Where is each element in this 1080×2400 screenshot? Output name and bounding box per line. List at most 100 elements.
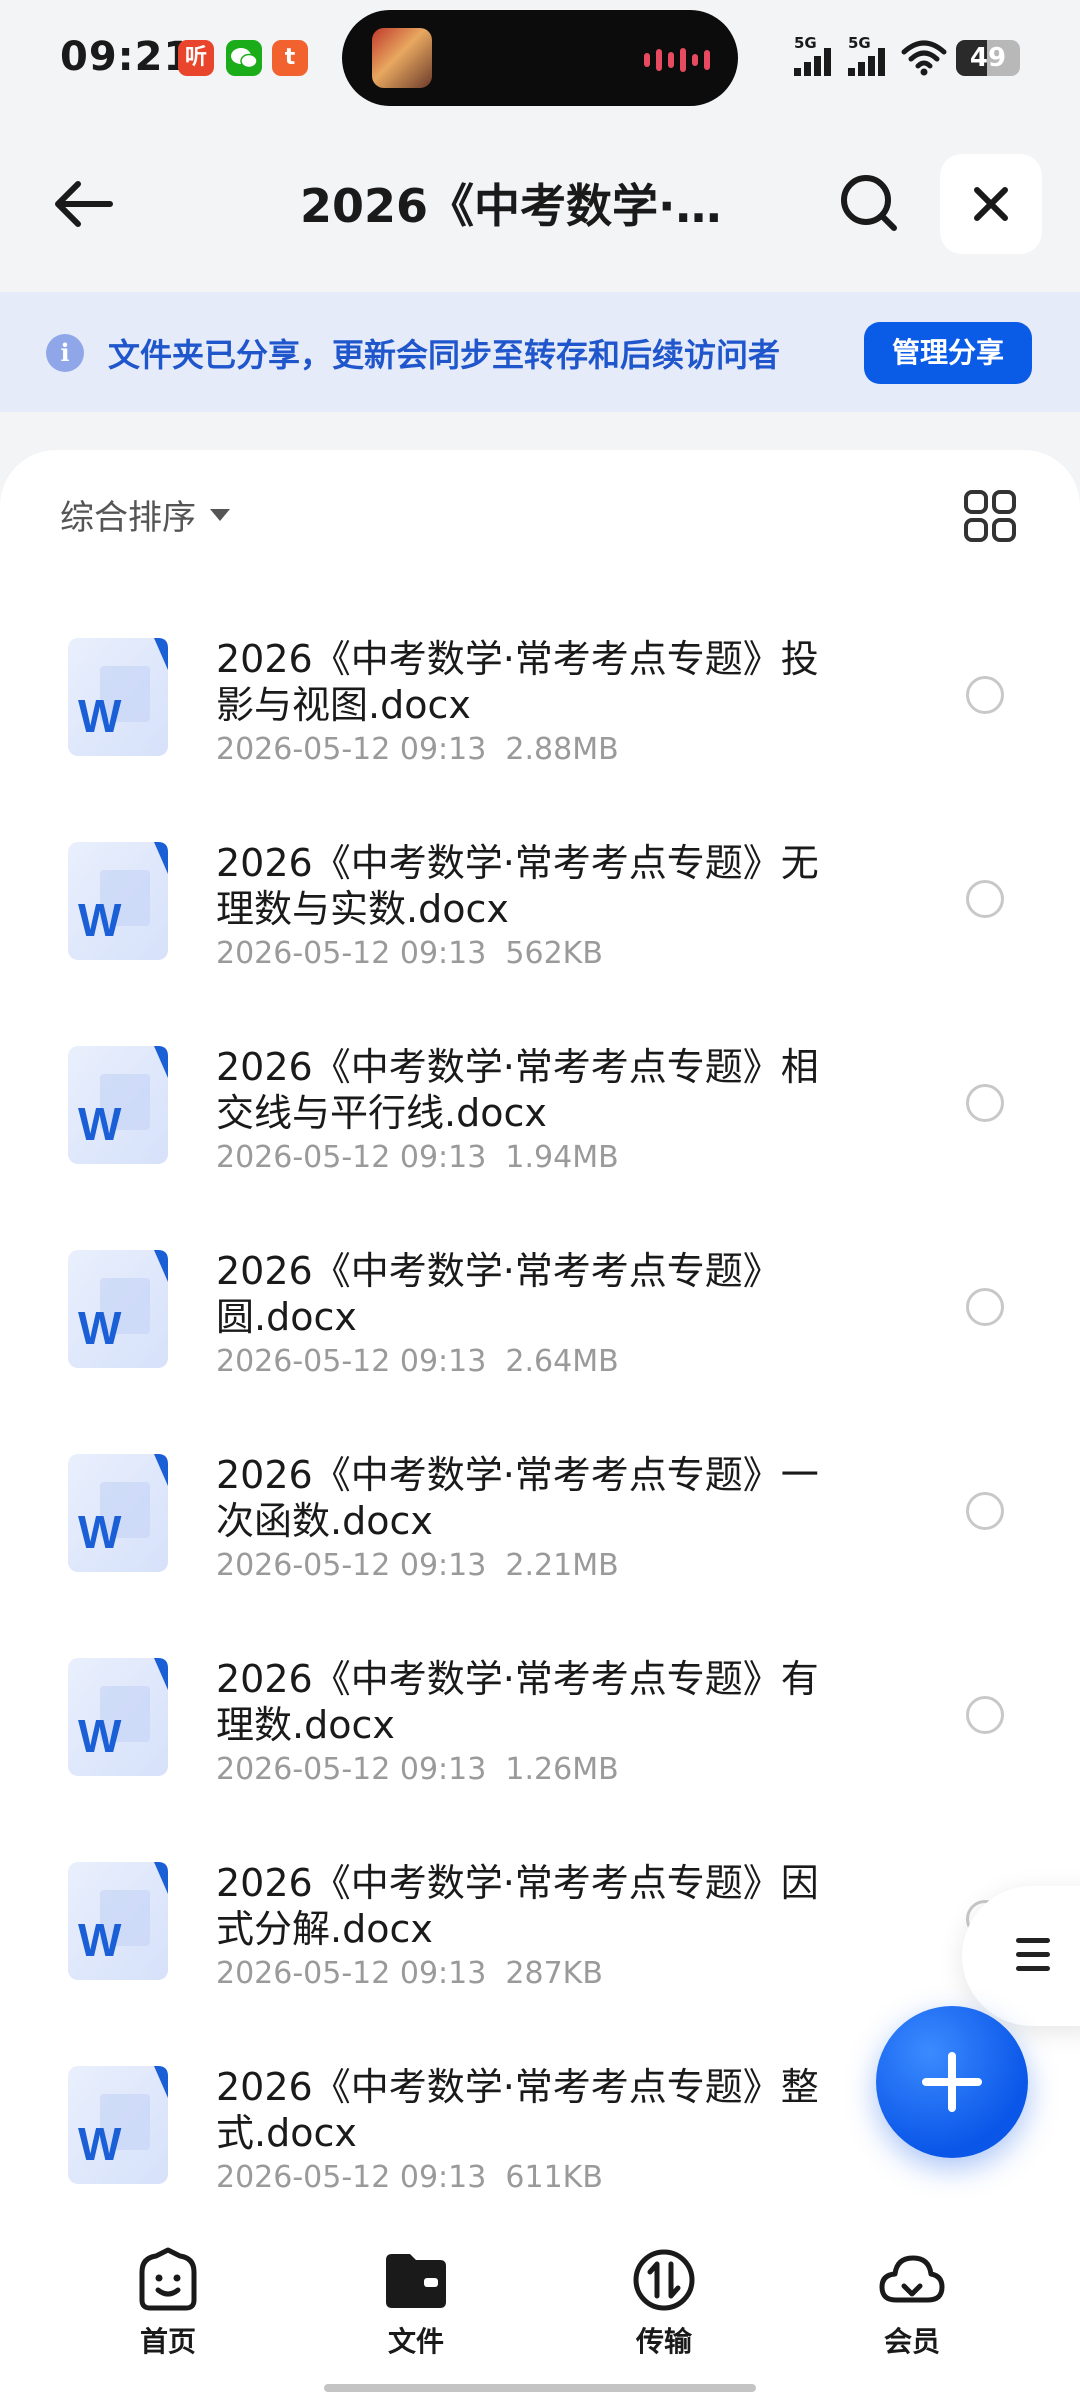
dynamic-island <box>342 10 738 106</box>
file-name: 2026《中考数学·常考考点专题》无理数与实数.docx <box>216 841 819 931</box>
status-bar: 09:21 听 t 5G 5G 49 <box>0 0 1080 120</box>
svg-text:W: W <box>78 1098 122 1150</box>
file-name: 2026《中考数学·常考考点专题》一次函数.docx <box>216 1453 819 1543</box>
nav-transfer[interactable]: 传输 <box>604 2244 724 2360</box>
file-date: 2026-05-12 09:13 <box>216 2160 487 2195</box>
audio-wave-icon <box>644 48 710 72</box>
select-radio[interactable] <box>966 676 1004 714</box>
select-radio[interactable] <box>966 1084 1004 1122</box>
file-row[interactable]: W 2026《中考数学·常考考点专题》圆.docx 2026-05-12 09:13… <box>0 1248 1080 1452</box>
file-row[interactable]: W 2026《中考数学·常考考点专题》无理数与实数.docx 2026-05-12 … <box>0 840 1080 1044</box>
info-icon: i <box>46 334 84 372</box>
wifi-icon <box>901 40 947 76</box>
search-button[interactable] <box>830 164 910 244</box>
now-playing-thumbnail <box>372 28 432 88</box>
select-radio[interactable] <box>966 1288 1004 1326</box>
word-doc-icon: W <box>66 1044 170 1166</box>
home-indicator <box>324 2384 756 2392</box>
nav-home-label: 首页 <box>139 2325 196 2358</box>
file-meta: 2026-05-12 09:13 2.21MB <box>216 1546 856 1586</box>
word-doc-icon: W <box>66 1656 170 1778</box>
file-name: 2026《中考数学·常考考点专题》相交线与平行线.docx <box>216 1045 819 1135</box>
nav-home[interactable]: 首页 <box>108 2244 228 2360</box>
word-doc-icon: W <box>66 1248 170 1370</box>
file-meta: 2026-05-12 09:13 562KB <box>216 934 856 974</box>
plus-icon <box>922 2052 982 2112</box>
file-name: 2026《中考数学·常考考点专题》有理数.docx <box>216 1657 819 1747</box>
nav-transfer-label: 传输 <box>635 2325 692 2358</box>
close-icon <box>974 187 1008 221</box>
smiley-home-icon <box>139 2247 197 2311</box>
grid-icon <box>964 490 1016 542</box>
file-info: 2026《中考数学·常考考点专题》相交线与平行线.docx 2026-05-12 … <box>216 1044 856 1178</box>
svg-text:W: W <box>78 690 122 742</box>
file-date: 2026-05-12 09:13 <box>216 936 487 971</box>
file-size: 2.88MB <box>505 732 619 767</box>
file-meta: 2026-05-12 09:13 1.94MB <box>216 1138 856 1178</box>
svg-text:W: W <box>78 1506 122 1558</box>
file-size: 287KB <box>505 1956 603 1991</box>
svg-text:W: W <box>78 2118 122 2170</box>
share-notice-banner: i 文件夹已分享，更新会同步至转存和后续访问者 管理分享 <box>0 292 1080 412</box>
sort-label: 综合排序 <box>60 498 196 538</box>
file-size: 1.26MB <box>505 1752 619 1787</box>
nav-member[interactable]: 会员 <box>852 2244 972 2360</box>
file-meta: 2026-05-12 09:13 2.64MB <box>216 1342 856 1382</box>
file-info: 2026《中考数学·常考考点专题》整式.docx 2026-05-12 09:13… <box>216 2064 856 2198</box>
page-title: 2026《中考数学·… <box>300 179 722 233</box>
file-row[interactable]: W 2026《中考数学·常考考点专题》相交线与平行线.docx 2026-05-12… <box>0 1044 1080 1248</box>
caret-down-icon <box>210 508 230 521</box>
top-app-bar: 2026《中考数学·… <box>0 140 1080 270</box>
file-name: 2026《中考数学·常考考点专题》因式分解.docx <box>216 1861 819 1951</box>
nav-member-label: 会员 <box>883 2325 940 2358</box>
file-size: 2.64MB <box>505 1344 619 1379</box>
file-row[interactable]: W 2026《中考数学·常考考点专题》有理数.docx 2026-05-12 09:… <box>0 1656 1080 1860</box>
svg-text:W: W <box>78 1710 122 1762</box>
svg-text:W: W <box>78 1914 122 1966</box>
folder-icon <box>386 2254 446 2308</box>
nav-files-label: 文件 <box>387 2325 444 2358</box>
word-doc-icon: W <box>66 1860 170 1982</box>
file-info: 2026《中考数学·常考考点专题》一次函数.docx 2026-05-12 09:… <box>216 1452 856 1586</box>
menu-icon <box>1016 1938 1050 1980</box>
file-date: 2026-05-12 09:13 <box>216 732 487 767</box>
transfer-icon <box>633 2249 695 2311</box>
share-notice-text: 文件夹已分享，更新会同步至转存和后续访问者 <box>108 336 781 374</box>
cloud-member-icon <box>879 2255 945 2303</box>
select-radio[interactable] <box>966 880 1004 918</box>
wechat-icon <box>226 40 262 76</box>
file-info: 2026《中考数学·常考考点专题》有理数.docx 2026-05-12 09:1… <box>216 1656 856 1790</box>
file-meta: 2026-05-12 09:13 1.26MB <box>216 1750 856 1790</box>
nav-files[interactable]: 文件 <box>356 2244 476 2360</box>
add-button[interactable] <box>876 2006 1028 2158</box>
file-size: 562KB <box>505 936 603 971</box>
grid-view-button[interactable] <box>962 488 1018 544</box>
file-date: 2026-05-12 09:13 <box>216 1344 487 1379</box>
file-name: 2026《中考数学·常考考点专题》整式.docx <box>216 2065 819 2155</box>
file-info: 2026《中考数学·常考考点专题》圆.docx 2026-05-12 09:13 … <box>216 1248 856 1382</box>
select-radio[interactable] <box>966 1492 1004 1530</box>
status-time: 09:21 <box>60 34 193 80</box>
app-screen: 09:21 听 t 5G 5G 49 2026《中考数学·… i 文件夹已分享，… <box>0 0 1080 2400</box>
manage-share-button[interactable]: 管理分享 <box>864 322 1032 384</box>
file-list: W 2026《中考数学·常考考点专题》投影与视图.docx 2026-05-12 0… <box>0 636 1080 2220</box>
file-size: 1.94MB <box>505 1140 619 1175</box>
file-date: 2026-05-12 09:13 <box>216 1752 487 1787</box>
battery-icon: 49 <box>956 40 1020 76</box>
battery-level: 49 <box>969 43 1007 73</box>
sort-dropdown[interactable]: 综合排序 <box>60 490 230 539</box>
close-button[interactable] <box>940 154 1042 254</box>
back-button[interactable] <box>44 164 124 244</box>
file-date: 2026-05-12 09:13 <box>216 1956 487 1991</box>
file-row[interactable]: W 2026《中考数学·常考考点专题》投影与视图.docx 2026-05-12 0… <box>0 636 1080 840</box>
file-date: 2026-05-12 09:13 <box>216 1140 487 1175</box>
file-row[interactable]: W 2026《中考数学·常考考点专题》一次函数.docx 2026-05-12 09… <box>0 1452 1080 1656</box>
file-meta: 2026-05-12 09:13 611KB <box>216 2158 856 2198</box>
word-doc-icon: W <box>66 840 170 962</box>
taobao-icon: t <box>272 40 308 76</box>
file-browser: 综合排序 W 2026《中考数学·常考考点专题》投影与视图.docx 2026-05… <box>0 450 1080 2220</box>
bottom-navigation: 首页 文件 传输 会员 <box>0 2220 1080 2400</box>
word-doc-icon: W <box>66 636 170 758</box>
file-meta: 2026-05-12 09:13 2.88MB <box>216 730 856 770</box>
select-radio[interactable] <box>966 1696 1004 1734</box>
